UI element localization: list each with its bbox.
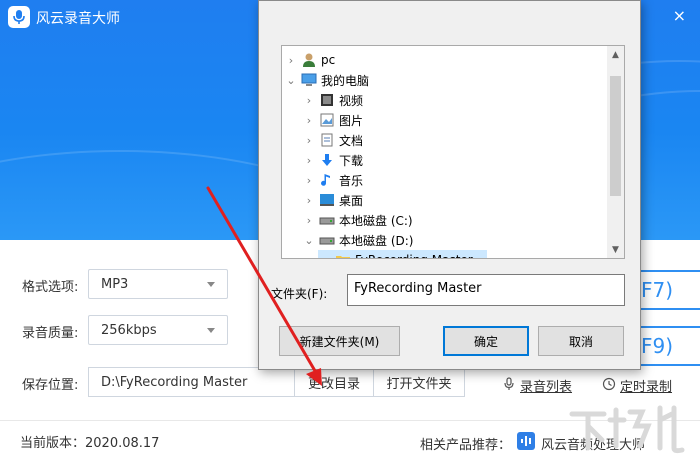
microphone-icon bbox=[502, 376, 516, 395]
ok-button[interactable]: 确定 bbox=[443, 326, 529, 356]
drive-icon bbox=[319, 232, 335, 248]
tree-item[interactable]: ⌄ 我的电脑 bbox=[284, 70, 369, 90]
tree-item-label: 我的电脑 bbox=[321, 73, 370, 88]
download-icon bbox=[319, 152, 335, 168]
app-logo-icon bbox=[8, 6, 30, 28]
tree-item-label: 本地磁盘 (C:) bbox=[339, 213, 413, 228]
save-path-field[interactable]: D:\FyRecording Master bbox=[88, 367, 294, 397]
folder-name-input[interactable]: FyRecording Master bbox=[347, 274, 625, 306]
watermark-logo bbox=[569, 405, 685, 454]
quality-select[interactable]: 256kbps bbox=[88, 315, 228, 345]
chevron-down-icon[interactable]: ⌄ bbox=[302, 234, 316, 247]
quality-label: 录音质量: bbox=[22, 326, 79, 341]
chevron-right-icon[interactable]: › bbox=[284, 54, 298, 67]
tree-item-label: 下载 bbox=[339, 153, 364, 168]
new-folder-button[interactable]: 新建文件夹(M) bbox=[279, 326, 400, 356]
related-products-label: 相关产品推荐： bbox=[420, 437, 512, 453]
tree-scrollbar[interactable]: ▲ ▼ bbox=[607, 46, 624, 258]
video-icon bbox=[319, 92, 335, 108]
folder-icon bbox=[335, 252, 351, 258]
format-select-value: MP3 bbox=[101, 276, 129, 292]
tree-item-label: 桌面 bbox=[339, 193, 364, 208]
desktop-icon bbox=[319, 192, 335, 208]
tree-item-label: 音乐 bbox=[339, 173, 364, 188]
timed-record-label: 定时录制 bbox=[620, 380, 673, 395]
quality-select-value: 256kbps bbox=[101, 322, 157, 338]
picture-icon bbox=[319, 112, 335, 128]
tree-item-label: 视频 bbox=[339, 93, 364, 108]
tree-item[interactable]: › 视频 bbox=[302, 90, 363, 110]
tree-item-label: FyRecording Master bbox=[355, 253, 473, 258]
tree-item[interactable]: › 桌面 bbox=[302, 190, 363, 210]
save-location-label: 保存位置: bbox=[22, 378, 79, 393]
format-select[interactable]: MP3 bbox=[88, 269, 228, 299]
chevron-right-icon[interactable]: › bbox=[302, 114, 316, 127]
chevron-right-icon[interactable]: › bbox=[302, 214, 316, 227]
tree-item[interactable]: › 本地磁盘 (C:) bbox=[302, 210, 413, 230]
scroll-thumb[interactable] bbox=[610, 76, 621, 196]
folder-tree[interactable]: › pc ⌄ 我的电脑 › 视频 › 图片 › 文档 › 下载 › 音乐 › 桌面 › 本地磁盘 (C:) ⌄ 本地磁… bbox=[281, 45, 625, 259]
tree-item[interactable]: FyRecording Master bbox=[318, 250, 487, 258]
app-title: 风云录音大师 bbox=[36, 11, 120, 27]
tree-item[interactable]: › 图片 bbox=[302, 110, 363, 130]
chevron-down-icon[interactable]: ⌄ bbox=[284, 74, 298, 87]
chevron-right-icon[interactable]: › bbox=[302, 174, 316, 187]
chevron-down-icon bbox=[207, 281, 215, 287]
tree-item[interactable]: › 音乐 bbox=[302, 170, 363, 190]
clock-icon bbox=[602, 377, 616, 395]
tree-item-label: pc bbox=[321, 53, 336, 67]
folder-field-label: 文件夹(F): bbox=[271, 287, 328, 301]
computer-icon bbox=[301, 72, 317, 88]
chevron-right-icon[interactable]: › bbox=[302, 134, 316, 147]
tree-item-label: 本地磁盘 (D:) bbox=[339, 233, 414, 248]
tree-item[interactable]: › 文档 bbox=[302, 130, 363, 150]
chevron-right-icon[interactable]: › bbox=[302, 94, 316, 107]
timed-record-link[interactable]: 定时录制 bbox=[602, 376, 672, 395]
music-icon bbox=[319, 172, 335, 188]
save-path-value: D:\FyRecording Master bbox=[101, 374, 248, 390]
document-icon bbox=[319, 132, 335, 148]
record-list-link[interactable]: 录音列表 bbox=[502, 376, 572, 395]
tree-item-label: 图片 bbox=[339, 113, 364, 128]
chevron-down-icon bbox=[207, 327, 215, 333]
cancel-button[interactable]: 取消 bbox=[538, 326, 624, 356]
audio-wave-icon bbox=[517, 432, 536, 454]
scroll-up-icon[interactable]: ▲ bbox=[607, 46, 624, 63]
folder-browse-dialog: › pc ⌄ 我的电脑 › 视频 › 图片 › 文档 › 下载 › 音乐 › 桌面 › 本地磁盘 (C:) ⌄ 本地磁… bbox=[258, 0, 641, 370]
user-icon bbox=[301, 52, 317, 68]
chevron-right-icon[interactable]: › bbox=[302, 194, 316, 207]
tree-item[interactable]: › 下载 bbox=[302, 150, 363, 170]
drive-icon bbox=[319, 212, 335, 228]
tree-item-label: 文档 bbox=[339, 133, 364, 148]
change-directory-button[interactable]: 更改目录 bbox=[294, 367, 374, 397]
open-folder-button[interactable]: 打开文件夹 bbox=[373, 367, 465, 397]
format-label: 格式选项: bbox=[22, 280, 79, 295]
tree-item[interactable]: › pc bbox=[284, 50, 335, 70]
version-text: 当前版本：2020.08.17 bbox=[20, 436, 160, 451]
chevron-right-icon[interactable]: › bbox=[302, 154, 316, 167]
tree-item[interactable]: ⌄ 本地磁盘 (D:) bbox=[302, 230, 413, 250]
close-icon[interactable]: × bbox=[673, 6, 686, 25]
record-list-label: 录音列表 bbox=[520, 380, 573, 395]
scroll-down-icon[interactable]: ▼ bbox=[607, 241, 624, 258]
